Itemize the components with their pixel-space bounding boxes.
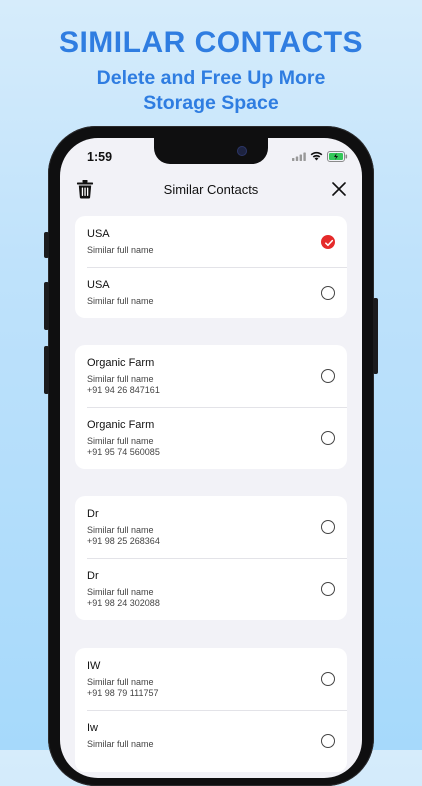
battery-charging-icon	[327, 150, 348, 162]
contact-match-label: Similar full name	[87, 739, 154, 749]
contact-details: Similar full name +91 98 25 268364	[87, 525, 160, 547]
signal-icon	[292, 152, 306, 161]
contact-row[interactable]: Dr Similar full name +91 98 25 268364	[75, 496, 347, 558]
phone-screen: 1:59 Similar Contacts USA Similar full n…	[60, 138, 362, 778]
contact-name: Iw	[87, 722, 98, 734]
contact-checkbox[interactable]	[321, 672, 335, 686]
contact-row[interactable]: IW Similar full name +91 98 79 111757	[75, 648, 347, 710]
contact-match-label: Similar full name	[87, 374, 154, 384]
contact-details: Similar full name +91 98 24 302088	[87, 587, 160, 609]
checkmark-icon	[325, 239, 334, 247]
phone-power-button	[373, 298, 378, 374]
contact-name: USA	[87, 279, 110, 291]
promo-subline: Delete and Free Up More Storage Space	[0, 66, 422, 116]
contact-checkbox[interactable]	[321, 286, 335, 300]
contact-group-card: Organic Farm Similar full name +91 94 26…	[75, 345, 347, 469]
contact-name: IW	[87, 660, 101, 672]
navigation-bar: Similar Contacts	[60, 174, 362, 204]
contact-name: Organic Farm	[87, 419, 155, 431]
contact-row[interactable]: USA Similar full name	[75, 216, 347, 267]
camera-icon	[237, 146, 247, 156]
contact-match-label: Similar full name	[87, 587, 154, 597]
contact-group-card: IW Similar full name +91 98 79 111757 Iw…	[75, 648, 347, 772]
contact-checkbox[interactable]	[321, 431, 335, 445]
contact-details: Similar full name +91 94 26 847161	[87, 374, 160, 396]
contact-row[interactable]: Iw Similar full name	[75, 710, 347, 772]
contact-phone: +91 94 26 847161	[87, 385, 160, 395]
contact-phone: +91 95 74 560085	[87, 447, 160, 457]
contact-phone: +91 98 25 268364	[87, 536, 160, 546]
contact-name: Dr	[87, 570, 99, 582]
contact-phone: +91 98 79 111757	[87, 688, 159, 698]
contact-group-card: Dr Similar full name +91 98 25 268364 Dr…	[75, 496, 347, 620]
contact-checkbox[interactable]	[321, 369, 335, 383]
contact-name: Organic Farm	[87, 357, 155, 369]
contact-match-label: Similar full name	[87, 436, 154, 446]
contact-checkbox[interactable]	[321, 520, 335, 534]
contact-row[interactable]: USA Similar full name	[75, 267, 347, 318]
status-time: 1:59	[87, 150, 113, 164]
contact-checkbox-checked[interactable]	[321, 235, 335, 249]
contact-row[interactable]: Organic Farm Similar full name +91 94 26…	[75, 345, 347, 407]
contact-name: Dr	[87, 508, 99, 520]
contact-phone: +91 98 24 302088	[87, 598, 160, 608]
contact-row[interactable]: Organic Farm Similar full name +91 95 74…	[75, 407, 347, 469]
contact-details: Similar full name	[87, 296, 154, 307]
contact-details: Similar full name +91 98 79 111757	[87, 677, 159, 699]
close-button[interactable]	[332, 182, 346, 196]
contact-group-card: USA Similar full name USA Similar full n…	[75, 216, 347, 318]
phone-volume-down-button	[44, 346, 49, 394]
phone-mute-switch	[44, 232, 49, 258]
contact-details: Similar full name	[87, 245, 154, 256]
contact-match-label: Similar full name	[87, 525, 154, 535]
contact-checkbox[interactable]	[321, 734, 335, 748]
contact-row[interactable]: Dr Similar full name +91 98 24 302088	[75, 558, 347, 620]
promo-subline-line-1: Delete and Free Up More	[96, 67, 326, 89]
wifi-icon	[310, 151, 323, 161]
promo-subline-line-2: Storage Space	[143, 92, 279, 114]
close-icon	[332, 182, 346, 196]
contact-checkbox[interactable]	[321, 582, 335, 596]
notch	[154, 138, 268, 164]
contact-match-label: Similar full name	[87, 296, 154, 306]
contact-details: Similar full name +91 95 74 560085	[87, 436, 160, 458]
contact-name: USA	[87, 228, 110, 240]
contact-details: Similar full name	[87, 739, 154, 750]
contact-match-label: Similar full name	[87, 245, 154, 255]
phone-volume-up-button	[44, 282, 49, 330]
page-title: Similar Contacts	[163, 182, 259, 197]
status-icons	[292, 150, 348, 162]
contact-match-label: Similar full name	[87, 677, 154, 687]
promo-headline: SIMILAR CONTACTS	[58, 26, 364, 59]
